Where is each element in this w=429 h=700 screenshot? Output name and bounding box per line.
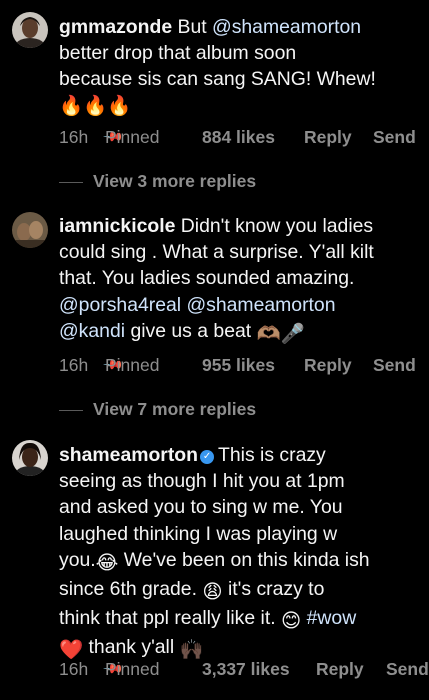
reply-button[interactable]: Reply [316, 658, 364, 680]
comment-text: This is crazy [218, 444, 326, 466]
comment-meta: 16h 📌 Pinned 884 likes Reply Send [59, 126, 429, 148]
verified-badge-icon: ✓ [200, 450, 215, 464]
comment-text: Didn't know you ladies [180, 215, 374, 237]
reply-button[interactable]: Reply [304, 354, 352, 376]
comment-body: gmmazonde But @shameamorton better drop … [59, 14, 421, 119]
avatar-iamnickicole[interactable] [12, 212, 48, 248]
comment-username[interactable]: gmmazonde [59, 16, 172, 38]
view-more-replies[interactable]: View 3 more replies [59, 170, 256, 192]
pinned-text: Pinned [105, 127, 160, 147]
comment-text: We've been on this kinda ish [123, 548, 370, 571]
comment-text: and asked you to sing w me. You [59, 496, 343, 519]
mention-link[interactable]: @shameamorton [186, 294, 335, 316]
pinned-text: Pinned [105, 355, 160, 375]
comment-text: you. [59, 548, 96, 571]
likes-count[interactable]: 884 likes [202, 126, 275, 148]
view-more-label: View 3 more replies [93, 171, 257, 191]
smiling-emoji-icon: 😊 [281, 610, 302, 633]
comment-text: could sing . What a surprise. Y'all kilt [59, 241, 374, 264]
view-more-label: View 7 more replies [93, 399, 257, 419]
pinned-text: Pinned [105, 659, 160, 679]
reply-button[interactable]: Reply [304, 126, 352, 148]
send-button[interactable]: Send [373, 354, 416, 376]
send-button[interactable]: Send [373, 126, 416, 148]
comment-text: since 6th grade. [59, 578, 197, 601]
comment-text: because sis can sang SANG! Whew! [59, 68, 376, 91]
comment-time: 16h [59, 659, 89, 679]
comment-text: think that ppl really like it. [59, 607, 276, 630]
send-button[interactable]: Send [386, 658, 429, 680]
likes-count[interactable]: 3,337 likes [202, 658, 290, 680]
mention-link[interactable]: @kandi [59, 320, 125, 342]
divider-line [59, 409, 83, 411]
comment-username[interactable]: shameamorton [59, 444, 198, 466]
fire-emoji-icon: 🔥🔥🔥 [59, 94, 132, 117]
comment-body: shameamorton ✓ This is crazy seeing as tho… [59, 442, 421, 664]
comment-text: that. You ladies sounded amazing. [59, 267, 355, 290]
comment-text: better drop that album soon [59, 42, 297, 65]
comment-username[interactable]: iamnickicole [59, 215, 175, 237]
view-more-replies[interactable]: View 7 more replies [59, 398, 256, 420]
comment-text: thank y'all [88, 636, 175, 659]
comment-text: it's crazy to [227, 578, 325, 601]
comment-text: give us a beat [130, 319, 252, 342]
likes-count[interactable]: 955 likes [202, 354, 275, 376]
comment-meta: 16h 📌 Pinned 3,337 likes Reply Send [59, 658, 429, 680]
comment-text: seeing as though I hit you at 1pm [59, 470, 345, 493]
weary-emoji-icon: 😩 [202, 581, 223, 604]
avatar-gmmazonde[interactable] [12, 12, 48, 48]
comment-time: 16h [59, 127, 89, 147]
comment-time: 16h [59, 355, 89, 375]
comment-text: But [177, 16, 207, 38]
mention-link[interactable]: @porsha4real [59, 294, 181, 316]
comment-meta: 16h 📌 Pinned 955 likes Reply Send [59, 354, 429, 376]
heart-hands-emoji-icon: 🫶🏽 [256, 322, 281, 345]
comment-body: iamnickicole Didn't know you ladies coul… [59, 213, 421, 347]
divider-line [59, 181, 83, 183]
comment-text: laughed thinking I was playing w [59, 522, 338, 545]
microphone-emoji-icon: 🎤 [280, 322, 305, 345]
mention-link[interactable]: @shameamorton [212, 16, 361, 38]
laughing-emoji-icon: 😂 [95, 551, 119, 574]
hashtag-link[interactable]: #wow [307, 607, 357, 629]
avatar-shameamorton[interactable] [12, 440, 48, 476]
